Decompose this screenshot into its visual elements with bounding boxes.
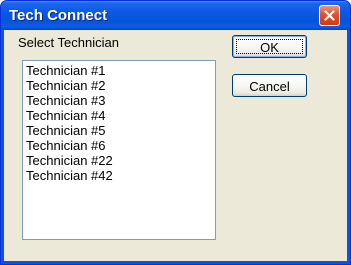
list-item[interactable]: Technician #22 [23,153,215,168]
list-item[interactable]: Technician #4 [23,108,215,123]
close-button[interactable] [319,5,340,26]
title-bar[interactable]: Tech Connect [1,1,350,30]
window-title: Tech Connect [9,7,108,24]
cancel-button-label: Cancel [249,79,290,94]
list-item[interactable]: Technician #6 [23,138,215,153]
technician-listbox[interactable]: Technician #1 Technician #2 Technician #… [22,60,216,240]
close-icon [324,10,335,21]
list-item[interactable]: Technician #42 [23,168,215,183]
list-item[interactable]: Technician #5 [23,123,215,138]
ok-button[interactable]: OK [232,35,307,58]
technician-list: Technician #1 Technician #2 Technician #… [23,61,215,183]
list-item[interactable]: Technician #2 [23,78,215,93]
cancel-button[interactable]: Cancel [232,74,307,97]
select-technician-label: Select Technician [18,35,119,50]
ok-button-label: OK [260,40,279,55]
list-item[interactable]: Technician #3 [23,93,215,108]
list-item[interactable]: Technician #1 [23,63,215,78]
